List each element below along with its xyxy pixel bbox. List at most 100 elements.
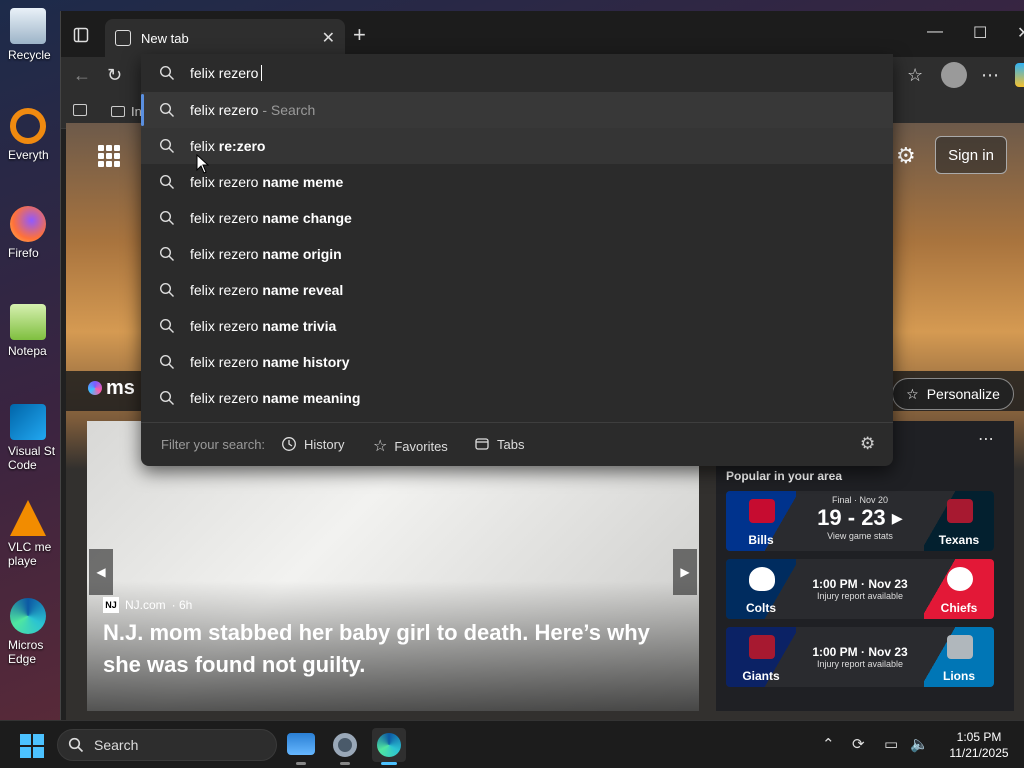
filter-history-button[interactable]: History [281, 436, 344, 452]
desktop-icon-vlc[interactable]: VLC me playe [0, 500, 56, 568]
copilot-button[interactable] [1015, 63, 1024, 87]
suggestion-completion: name origin [262, 246, 342, 262]
suggestion-hint: - Search [258, 102, 316, 118]
away-team-name: Chiefs [940, 601, 978, 615]
address-bar-value: felix rezero [190, 65, 263, 81]
texans-logo-icon [947, 499, 973, 523]
suggestion-typed: felix rezero [190, 246, 263, 262]
search-suggestion[interactable]: felix rezero name reveal [141, 272, 893, 308]
desktop-icon-label: VLC me playe [8, 540, 52, 568]
back-button[interactable]: ← [73, 65, 91, 86]
volume-muted-icon[interactable]: 🔈 [910, 735, 929, 753]
sync-status-icon[interactable]: ⟳ [852, 735, 865, 753]
msn-logo-text: ms [106, 377, 135, 399]
chiefs-logo-icon [947, 567, 973, 591]
search-suggestion[interactable]: felix rezero - Search [141, 92, 893, 128]
search-icon [159, 390, 174, 405]
desktop-icon-notepad-plus[interactable]: Notepa [0, 304, 56, 358]
game-subtext: Injury report available [816, 659, 904, 669]
suggestion-text: felix re:zero [190, 138, 265, 154]
msn-logo[interactable]: ms [88, 377, 135, 400]
desktop-icon-label: Firefo [8, 246, 39, 260]
close-window-button[interactable]: ✕ [1017, 23, 1024, 43]
suggestion-typed: felix rezero [190, 174, 263, 190]
home-team: Giants [726, 627, 796, 687]
desktop-icon-label: Notepa [8, 344, 47, 358]
suggestion-typed: felix rezero [190, 102, 259, 118]
maximize-button[interactable]: ☐ [973, 23, 987, 43]
filter-favorites-button[interactable]: ☆ Favorites [373, 436, 448, 456]
search-icon [159, 246, 174, 261]
address-bar-input[interactable]: felix rezero [141, 54, 893, 92]
search-icon [159, 138, 174, 153]
suggestion-typed: felix rezero [190, 282, 263, 298]
desktop-icon-firefox[interactable]: Firefo [0, 206, 56, 260]
system-clock[interactable]: 1:05 PM 11/21/2025 [942, 729, 1016, 761]
display-icon[interactable]: ▭ [884, 735, 898, 753]
game-card[interactable]: Giants 1:00 PM · Nov 23 Injury report av… [726, 627, 994, 687]
giants-logo-icon [749, 635, 775, 659]
search-suggestion[interactable]: felix rezero name history [141, 344, 893, 380]
sign-in-button[interactable]: Sign in [935, 136, 1007, 174]
clock-date: 11/21/2025 [949, 746, 1009, 760]
favorites-folder[interactable]: In [111, 104, 142, 119]
start-button[interactable] [20, 734, 44, 758]
favorites-button[interactable]: ☆ [907, 65, 923, 86]
search-settings-icon[interactable]: ⚙ [860, 434, 875, 454]
game-card[interactable]: Colts 1:00 PM · Nov 23 Injury report ava… [726, 559, 994, 619]
search-suggestion[interactable]: felix rezero name meaning [141, 380, 893, 416]
copilot-icon [1015, 63, 1024, 87]
close-tab-icon[interactable]: ✕ [322, 28, 335, 48]
tab-new-tab[interactable]: New tab ✕ [105, 19, 345, 57]
desktop-icon-edge[interactable]: Micros Edge [0, 598, 56, 666]
taskbar-app-widgets[interactable] [284, 728, 318, 765]
tab-actions-button[interactable] [69, 23, 95, 47]
vscode-icon [10, 404, 46, 440]
desktop-icon-recycle-bin[interactable]: Recycle [0, 8, 56, 62]
personalize-label: Personalize [926, 386, 1000, 402]
show-hidden-icons-button[interactable]: ⌃ [822, 735, 835, 753]
personalize-button[interactable]: ☆ Personalize [892, 378, 1014, 410]
search-suggestion[interactable]: felix rezero name change [141, 200, 893, 236]
taskbar-app-edge[interactable] [372, 728, 406, 765]
minimize-button[interactable]: — [927, 23, 943, 41]
more-options-button[interactable]: ⋯ [981, 65, 999, 86]
desktop-icon-label: Visual St Code [8, 444, 56, 472]
search-icon [159, 210, 174, 225]
profile-button[interactable] [941, 62, 967, 88]
suggestion-text: felix rezero name meaning [190, 390, 360, 406]
address-bar-dropdown: felix rezero felix rezero - Search felix … [141, 54, 893, 466]
search-icon [159, 282, 174, 297]
edge-icon [377, 733, 401, 757]
refresh-button[interactable]: ↻ [107, 65, 122, 86]
search-suggestion[interactable]: felix rezero name meme [141, 164, 893, 200]
panel-more-icon[interactable]: ⋯ [978, 429, 994, 449]
game-time: 1:00 PM · Nov 23 [812, 645, 908, 659]
suggestion-text: felix rezero name trivia [190, 318, 336, 334]
suggestion-text: felix rezero name change [190, 210, 352, 226]
app-launcher-icon[interactable] [98, 145, 120, 167]
new-tab-button[interactable]: + [353, 22, 366, 48]
collections-icon[interactable] [73, 104, 87, 116]
news-prev-button[interactable]: ◀ [89, 549, 113, 595]
news-next-button[interactable]: ▶ [673, 549, 697, 595]
filter-tabs-button[interactable]: Tabs [474, 436, 524, 452]
desktop-icon-everything[interactable]: Everyth [0, 108, 56, 162]
page-settings-icon[interactable]: ⚙ [896, 143, 916, 169]
suggestion-text: felix rezero name meme [190, 174, 343, 190]
suggestion-completion: name trivia [262, 318, 337, 334]
news-headline[interactable]: N.J. mom stabbed her baby girl to death.… [103, 617, 693, 681]
news-source-name: NJ.com [125, 598, 166, 612]
tab-bar: New tab ✕ + — ☐ ✕ [61, 11, 1024, 57]
away-team: Texans [924, 491, 994, 551]
new-tab-page-icon [115, 30, 131, 46]
taskbar-app-settings[interactable] [328, 728, 362, 765]
search-suggestion[interactable]: felix re:zero [141, 128, 893, 164]
taskbar-search[interactable]: Search [57, 729, 277, 761]
search-suggestion[interactable]: felix rezero name trivia [141, 308, 893, 344]
filter-tabs-label: Tabs [497, 436, 525, 452]
desktop-icon-vscode[interactable]: Visual St Code [0, 404, 56, 472]
game-card[interactable]: Bills Final · Nov 20 19 - 23 ▸ View game… [726, 491, 994, 551]
suggestion-typed: felix [190, 138, 219, 154]
search-suggestion[interactable]: felix rezero name origin [141, 236, 893, 272]
